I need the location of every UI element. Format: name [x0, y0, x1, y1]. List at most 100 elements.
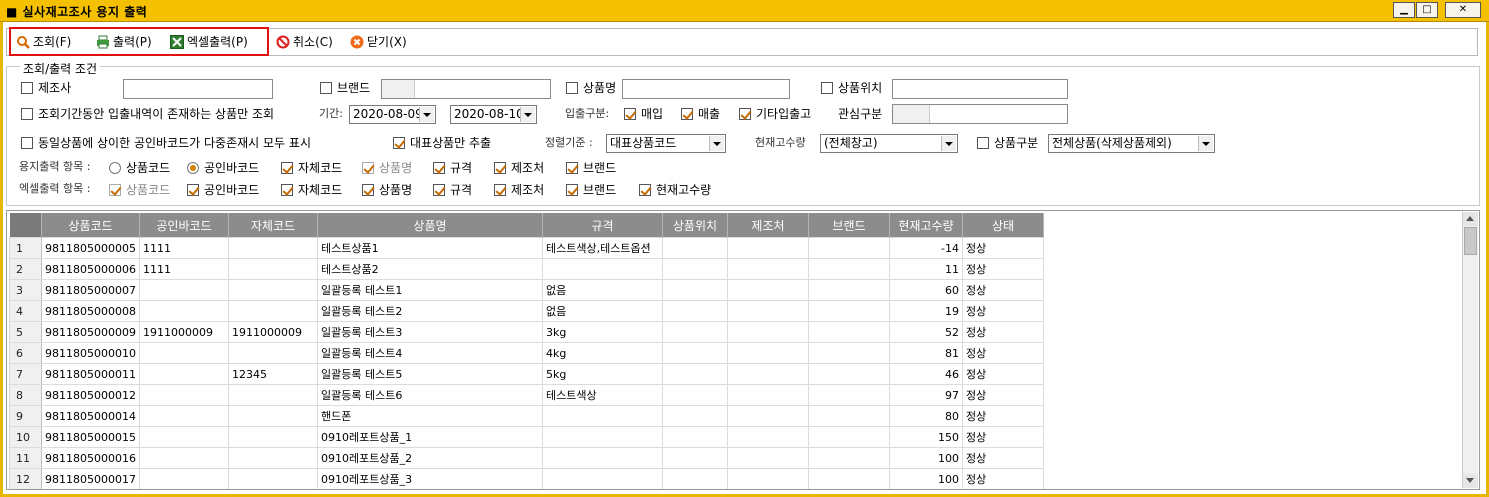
grid-corner[interactable]: [9, 213, 42, 238]
category-select[interactable]: 전체상품(삭제상품제외): [1048, 134, 1215, 153]
sort-select[interactable]: 대표상품코드: [606, 134, 726, 153]
table-cell: 9811805000017: [41, 468, 140, 489]
paper-spec-label: 규격: [450, 161, 473, 175]
inout-purchase-checkbox[interactable]: [624, 108, 636, 120]
brand-input[interactable]: [381, 79, 551, 99]
representative-checkbox[interactable]: [393, 137, 405, 149]
scroll-thumb[interactable]: [1464, 227, 1477, 255]
col-header[interactable]: 자체코드: [228, 213, 318, 238]
date-from-select[interactable]: 2020-08-09: [349, 105, 436, 124]
inout-other-checkbox[interactable]: [739, 108, 751, 120]
close-button[interactable]: 닫기(X): [350, 33, 407, 51]
paper-product-code-radio[interactable]: [109, 162, 121, 174]
col-header[interactable]: 브랜드: [808, 213, 890, 238]
vertical-scrollbar[interactable]: [1462, 212, 1478, 488]
maximize-button[interactable]: □: [1416, 2, 1438, 18]
col-header[interactable]: 상태: [962, 213, 1044, 238]
table-cell: 일괄등록 테스트4: [316, 342, 543, 364]
multi-barcode-checkbox[interactable]: [21, 137, 33, 149]
product-location-input[interactable]: [892, 79, 1068, 99]
scroll-down-icon[interactable]: [1463, 474, 1478, 488]
table-row[interactable]: 7 9811805000011 12345 일괄등록 테스트5 5kg 46 정상: [9, 363, 1044, 385]
product-name-checkbox[interactable]: [566, 82, 578, 94]
row-number[interactable]: 3: [9, 279, 42, 301]
table-row[interactable]: 4 9811805000008 일괄등록 테스트2 없음 19 정상: [9, 300, 1044, 322]
table-cell: 일괄등록 테스트3: [316, 321, 543, 343]
excel-spec-checkbox[interactable]: [433, 184, 445, 196]
table-row[interactable]: 10 9811805000015 0910레포트상품_1 150 정상: [9, 426, 1044, 448]
table-row[interactable]: 8 9811805000012 일괄등록 테스트6 테스트색상 97 정상: [9, 384, 1044, 406]
table-cell: 9811805000006: [41, 258, 140, 280]
cancel-button[interactable]: 취소(C): [276, 33, 333, 51]
table-row[interactable]: 3 9811805000007 일괄등록 테스트1 없음 60 정상: [9, 279, 1044, 301]
table-row[interactable]: 6 9811805000010 일괄등록 테스트4 4kg 81 정상: [9, 342, 1044, 364]
excel-own-code-checkbox[interactable]: [281, 184, 293, 196]
stock-select[interactable]: (전체창고): [820, 134, 958, 153]
product-name-input[interactable]: [622, 79, 790, 99]
excel-product-code-label: 상품코드: [126, 183, 171, 197]
row-number[interactable]: 11: [9, 447, 42, 469]
row-number[interactable]: 1: [9, 237, 42, 259]
paper-spec-checkbox[interactable]: [433, 162, 445, 174]
col-header[interactable]: 규격: [542, 213, 663, 238]
paper-own-code-checkbox[interactable]: [281, 162, 293, 174]
paper-product-name-checkbox[interactable]: [362, 162, 374, 174]
table-cell: [807, 321, 890, 343]
col-header[interactable]: 상품코드: [41, 213, 140, 238]
date-to-select[interactable]: 2020-08-10: [450, 105, 537, 124]
excel-product-code-checkbox[interactable]: [109, 184, 121, 196]
row-number[interactable]: 4: [9, 300, 42, 322]
row-number[interactable]: 6: [9, 342, 42, 364]
inout-sales-checkbox[interactable]: [681, 108, 693, 120]
interest-input[interactable]: [892, 104, 1068, 124]
row-number[interactable]: 5: [9, 321, 42, 343]
table-row[interactable]: 2 9811805000006 1111 테스트상품2 11 정상: [9, 258, 1044, 280]
no-entry-icon: [276, 35, 290, 49]
paper-brand-checkbox[interactable]: [566, 162, 578, 174]
row-number[interactable]: 8: [9, 384, 42, 406]
row-number[interactable]: 12: [9, 468, 42, 489]
minimize-button[interactable]: ▁: [1393, 2, 1415, 18]
table-row[interactable]: 12 9811805000017 0910레포트상품_3 100 정상: [9, 468, 1044, 489]
table-cell: [661, 342, 728, 364]
scroll-up-icon[interactable]: [1463, 212, 1478, 226]
table-cell: 9811805000010: [41, 342, 140, 364]
table-cell: 52: [888, 321, 963, 343]
table-row[interactable]: 1 9811805000005 1111 테스트상품1 테스트색상,테스트옵션 -14 정상: [9, 237, 1044, 259]
search-button[interactable]: 조회(F): [16, 33, 71, 51]
excel-product-name-checkbox[interactable]: [362, 184, 374, 196]
category-checkbox[interactable]: [977, 137, 989, 149]
excel-brand-checkbox[interactable]: [566, 184, 578, 196]
excel-public-barcode-checkbox[interactable]: [187, 184, 199, 196]
table-cell: [661, 468, 728, 489]
table-cell: 정상: [961, 363, 1044, 385]
product-grid: 상품코드 공인바코드 자체코드 상품명 규격 상품위치 제조처 브랜드 현재고수…: [6, 210, 1480, 490]
row-number[interactable]: 9: [9, 405, 42, 427]
maker-checkbox[interactable]: [21, 82, 33, 94]
table-cell: 100: [888, 468, 963, 489]
row-number[interactable]: 2: [9, 258, 42, 280]
close-window-button[interactable]: ✕: [1445, 2, 1481, 18]
table-row[interactable]: 5 9811805000009 1911000009 1911000009 일괄등록 테…: [9, 321, 1044, 343]
row-number[interactable]: 10: [9, 426, 42, 448]
col-header[interactable]: 제조처: [727, 213, 809, 238]
brand-checkbox[interactable]: [320, 82, 332, 94]
paper-maker-checkbox[interactable]: [494, 162, 506, 174]
excel-button[interactable]: 엑셀출력(P): [170, 33, 248, 51]
excel-current-stock-checkbox[interactable]: [639, 184, 651, 196]
table-row[interactable]: 9 9811805000014 핸드폰 80 정상: [9, 405, 1044, 427]
col-header[interactable]: 공인바코드: [139, 213, 229, 238]
maker-input[interactable]: [123, 79, 273, 99]
paper-public-barcode-radio[interactable]: [187, 162, 199, 174]
row-number[interactable]: 7: [9, 363, 42, 385]
col-header[interactable]: 상품위치: [662, 213, 728, 238]
print-button[interactable]: 출력(P): [96, 33, 152, 51]
table-row[interactable]: 11 9811805000016 0910레포트상품_2 100 정상: [9, 447, 1044, 469]
col-header[interactable]: 상품명: [317, 213, 543, 238]
product-location-checkbox[interactable]: [821, 82, 833, 94]
only-existing-checkbox[interactable]: [21, 108, 33, 120]
table-cell: 19: [888, 300, 963, 322]
product-name-label: 상품명: [583, 81, 617, 95]
excel-maker-checkbox[interactable]: [494, 184, 506, 196]
col-header[interactable]: 현재고수량: [889, 213, 963, 238]
